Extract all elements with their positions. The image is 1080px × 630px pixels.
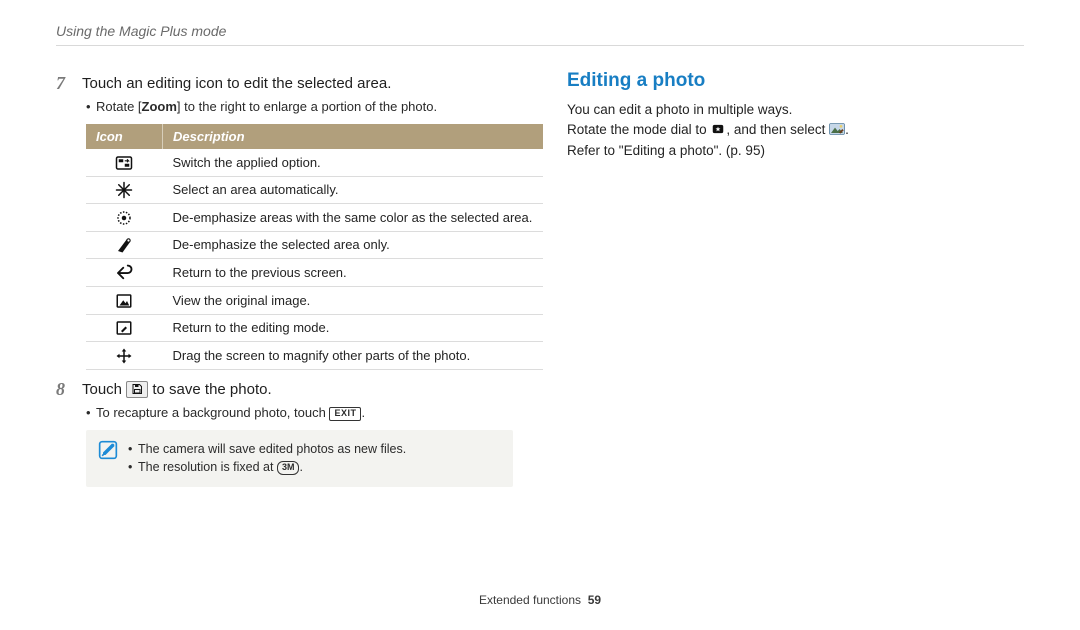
exit-key: EXIT: [329, 407, 361, 421]
note-box: The camera will save edited photos as ne…: [86, 430, 513, 488]
step-number: 8: [56, 380, 72, 400]
desc: De-emphasize the selected area only.: [163, 231, 544, 259]
page: Using the Magic Plus mode 7 Touch an edi…: [0, 0, 1080, 630]
step-7-sub-item: Rotate [Zoom] to the right to enlarge a …: [86, 98, 513, 116]
text: ] to the right to enlarge a portion of t…: [177, 99, 437, 114]
desc: Select an area automatically.: [163, 176, 544, 204]
table-row: De-emphasize areas with the same color a…: [86, 204, 543, 232]
running-head: Using the Magic Plus mode: [56, 22, 1024, 41]
step-8: 8 Touch to save the photo.: [56, 380, 513, 400]
edit-mode-select-icon: [829, 122, 845, 136]
back-icon: [86, 259, 163, 287]
header-rule: [56, 45, 1024, 46]
p2-post: .: [845, 122, 849, 137]
text: Rotate [: [96, 99, 142, 114]
footer-section: Extended functions: [479, 593, 581, 607]
step-text: Touch an editing icon to edit the select…: [82, 74, 391, 94]
pan-icon: [86, 342, 163, 370]
page-footer: Extended functions 59: [0, 592, 1080, 608]
text: .: [361, 405, 365, 420]
p3: Refer to "Editing a photo". (p. 95): [567, 143, 765, 158]
text: .: [299, 460, 302, 474]
note-line-2: The resolution is fixed at 3M.: [128, 458, 406, 477]
icon-description-table: Icon Description Switch the applied opti…: [86, 124, 543, 370]
table-row: Return to the editing mode.: [86, 314, 543, 342]
text: Touch: [82, 381, 126, 398]
step-7-sub: Rotate [Zoom] to the right to enlarge a …: [86, 98, 513, 116]
body-text: You can edit a photo in multiple ways. R…: [567, 100, 1024, 163]
footer-page-number: 59: [588, 593, 601, 607]
original-image-icon: [86, 287, 163, 315]
desc: De-emphasize areas with the same color a…: [163, 204, 544, 232]
save-icon: [126, 381, 148, 398]
editing-mode-icon: [86, 314, 163, 342]
table-row: De-emphasize the selected area only.: [86, 231, 543, 259]
step-8-sub: To recapture a background photo, touch E…: [86, 404, 513, 422]
note-icon: [98, 440, 118, 460]
desc: Return to the previous screen.: [163, 259, 544, 287]
text: To recapture a background photo, touch: [96, 405, 329, 420]
th-icon: Icon: [86, 124, 163, 150]
p2-pre: Rotate the mode dial to: [567, 122, 710, 137]
deemphasize-color-icon: [86, 204, 163, 232]
step-number: 7: [56, 74, 72, 94]
section-heading: Editing a photo: [567, 68, 1024, 94]
text: The resolution is fixed at: [138, 460, 277, 474]
zoom-label: Zoom: [142, 99, 177, 114]
switch-option-icon: [86, 149, 163, 176]
th-description: Description: [163, 124, 544, 150]
resolution-badge: 3M: [277, 461, 300, 474]
table-row: View the original image.: [86, 287, 543, 315]
two-column-layout: 7 Touch an editing icon to edit the sele…: [56, 68, 1024, 487]
desc: View the original image.: [163, 287, 544, 315]
table-row: Return to the previous screen.: [86, 259, 543, 287]
left-column: 7 Touch an editing icon to edit the sele…: [56, 68, 513, 487]
desc: Switch the applied option.: [163, 149, 544, 176]
auto-select-icon: [86, 176, 163, 204]
step-7: 7 Touch an editing icon to edit the sele…: [56, 74, 513, 94]
p1: You can edit a photo in multiple ways.: [567, 102, 792, 117]
step-text: Touch to save the photo.: [82, 380, 272, 400]
desc: Return to the editing mode.: [163, 314, 544, 342]
text: to save the photo.: [148, 381, 271, 398]
table-row: Drag the screen to magnify other parts o…: [86, 342, 543, 370]
desc: Drag the screen to magnify other parts o…: [163, 342, 544, 370]
mode-dial-icon: [710, 122, 726, 136]
table-row: Switch the applied option.: [86, 149, 543, 176]
table-row: Select an area automatically.: [86, 176, 543, 204]
right-column: Editing a photo You can edit a photo in …: [567, 68, 1024, 487]
step-8-sub-item: To recapture a background photo, touch E…: [86, 404, 513, 422]
note-line-1: The camera will save edited photos as ne…: [128, 440, 406, 459]
p2-mid: , and then select: [726, 122, 829, 137]
deemphasize-area-icon: [86, 231, 163, 259]
